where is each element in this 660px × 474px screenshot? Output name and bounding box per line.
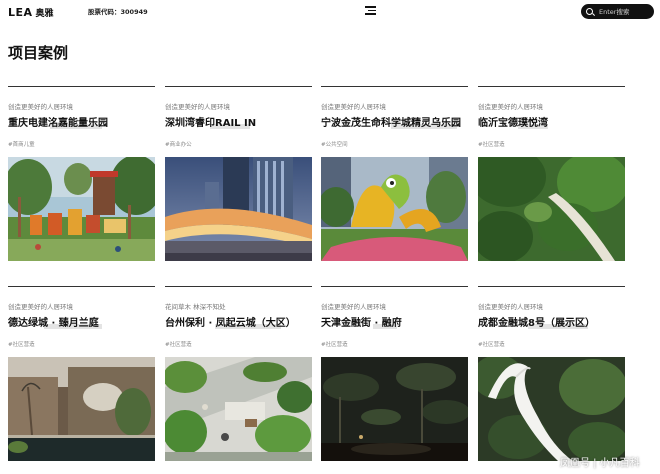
project-category[interactable]: #社区营造 bbox=[478, 340, 505, 348]
card-divider bbox=[8, 86, 155, 87]
project-tagline: 创造更美好的人居环境 bbox=[8, 103, 73, 111]
project-category[interactable]: #首商儿童 bbox=[8, 140, 35, 148]
project-category[interactable]: #公共空间 bbox=[321, 140, 348, 148]
search-icon[interactable] bbox=[586, 8, 593, 15]
sculpture-photo[interactable] bbox=[321, 157, 468, 261]
logo-chinese-name: 奥雅 bbox=[35, 8, 54, 19]
project-category[interactable]: #社区营造 bbox=[165, 340, 192, 348]
project-tagline: 创造更美好的人居环境 bbox=[321, 103, 386, 111]
project-name[interactable]: 深圳湾睿印RAIL IN bbox=[165, 114, 256, 129]
card-divider bbox=[478, 286, 625, 287]
menu-icon[interactable] bbox=[365, 6, 376, 15]
mall-photo[interactable] bbox=[165, 157, 312, 261]
project-tagline: 花间草木 林深不知处 bbox=[165, 303, 226, 311]
card-divider bbox=[321, 286, 468, 287]
garden-path-photo[interactable] bbox=[478, 157, 625, 261]
project-tagline: 创造更美好的人居环境 bbox=[478, 303, 543, 311]
lea-logo[interactable]: LEA 奥雅 bbox=[8, 4, 54, 20]
playground-photo[interactable] bbox=[8, 157, 155, 261]
top-navigation-bar: LEA 奥雅 股票代码：300949 bbox=[0, 0, 660, 24]
project-name[interactable]: 宁波金茂生命科学城精灵乌乐园 bbox=[321, 114, 461, 129]
project-category[interactable]: #社区营造 bbox=[8, 340, 35, 348]
project-name[interactable]: 天津金融街 · 融府 bbox=[321, 314, 402, 329]
logo-mark: LEA bbox=[8, 5, 33, 19]
white-bridge-photo[interactable] bbox=[478, 357, 625, 461]
project-category[interactable]: #社区营造 bbox=[321, 340, 348, 348]
project-name[interactable]: 重庆电建洺嘉能量乐园 bbox=[8, 114, 108, 129]
stock-code: 股票代码：300949 bbox=[88, 8, 148, 16]
card-divider bbox=[165, 286, 312, 287]
project-tagline: 创造更美好的人居环境 bbox=[8, 303, 73, 311]
search-input[interactable] bbox=[599, 7, 651, 16]
page-title: 项目案例 bbox=[8, 44, 69, 62]
project-name[interactable]: 台州保利 · 凤起云城（大区） bbox=[165, 314, 296, 329]
card-divider bbox=[165, 86, 312, 87]
project-name[interactable]: 成都金融城8号（展示区） bbox=[478, 314, 595, 329]
waterfront-photo[interactable] bbox=[8, 357, 155, 461]
search-box[interactable] bbox=[581, 4, 654, 19]
project-tagline: 创造更美好的人居环境 bbox=[478, 103, 543, 111]
plaza-photo[interactable] bbox=[165, 357, 312, 461]
project-name[interactable]: 临沂宝德璞悦湾 bbox=[478, 114, 548, 129]
project-name[interactable]: 德达绿城 · 臻月兰庭 bbox=[8, 314, 99, 329]
project-tagline: 创造更美好的人居环境 bbox=[321, 303, 386, 311]
card-divider bbox=[321, 86, 468, 87]
card-divider bbox=[478, 86, 625, 87]
card-divider bbox=[8, 286, 155, 287]
project-tagline: 创造更美好的人居环境 bbox=[165, 103, 230, 111]
project-category[interactable]: #社区营造 bbox=[478, 140, 505, 148]
project-category[interactable]: #商业办公 bbox=[165, 140, 192, 148]
night-garden-photo[interactable] bbox=[321, 357, 468, 461]
watermark: 凤凰号 | 小凡百科 bbox=[560, 458, 640, 469]
